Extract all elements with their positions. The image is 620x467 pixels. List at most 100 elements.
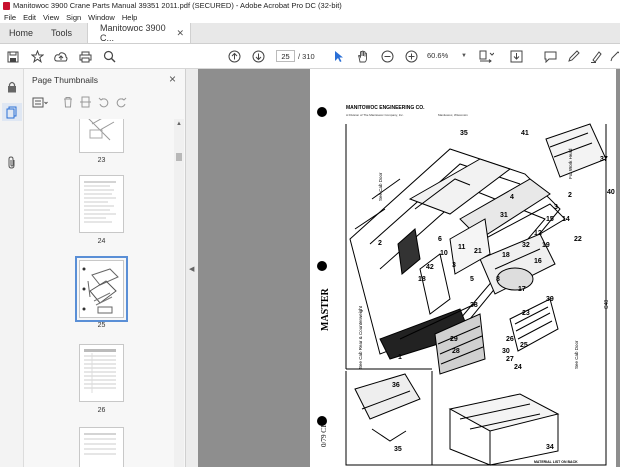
part-number: 32 — [522, 242, 530, 249]
master-stamp: MASTER — [320, 287, 331, 331]
close-panel-icon[interactable]: × — [169, 72, 176, 86]
part-number: 12 — [534, 230, 542, 237]
thumbnail-page[interactable] — [79, 175, 124, 233]
menu-sign[interactable]: Sign — [66, 13, 81, 22]
part-number: 5 — [470, 276, 474, 283]
thumbnail-label: 24 — [97, 238, 106, 245]
next-page-icon[interactable] — [251, 49, 265, 64]
parts-diagram: MANITOWOC ENGINEERING CO. A Division of … — [317, 105, 615, 466]
menu-view[interactable]: View — [43, 13, 59, 22]
callout-cab-door: See Cab Door — [378, 172, 383, 201]
menu-file[interactable]: File — [4, 13, 16, 22]
part-number: 3 — [452, 262, 456, 269]
part-number: 2 — [378, 240, 382, 247]
thumbnail-page[interactable] — [79, 344, 124, 402]
part-number: 35 — [394, 446, 402, 453]
thumbnail-page-selected[interactable] — [75, 256, 128, 322]
menu-help[interactable]: Help — [122, 13, 137, 22]
thumbnail-scrollbar[interactable]: ▲ — [174, 119, 184, 467]
hand-icon[interactable] — [356, 49, 370, 64]
scroll-up-icon[interactable]: ▲ — [176, 121, 182, 127]
tab-home[interactable]: Home — [0, 23, 42, 43]
thumbnail-list: 23 24 25 26 — [24, 119, 174, 467]
print-icon[interactable] — [78, 49, 92, 64]
tab-document[interactable]: Manitowoc 3900 C... ✕ — [87, 23, 192, 43]
part-number: 27 — [506, 356, 514, 363]
part-number: 30 — [502, 348, 510, 355]
part-number: 22 — [574, 236, 582, 243]
callout-work-head: For Work Head — [568, 148, 573, 179]
sign-icon[interactable] — [609, 49, 619, 64]
part-number: 16 — [534, 258, 542, 265]
comment-icon[interactable] — [543, 49, 557, 64]
toolbar: 25 / 310 60.6% ▼ — [0, 44, 620, 69]
pages-icon[interactable] — [2, 103, 22, 121]
part-number: 42 — [426, 264, 434, 271]
thumbnail-label: 25 — [97, 322, 106, 329]
document-viewport[interactable]: MANITOWOC ENGINEERING CO. A Division of … — [198, 69, 620, 467]
bookmark-star-icon[interactable] — [30, 49, 44, 64]
extract-page-icon[interactable] — [80, 96, 91, 108]
part-number: 1 — [398, 354, 402, 361]
highlight-icon[interactable] — [589, 49, 603, 64]
thumbnail-label: 26 — [97, 407, 106, 414]
part-number: 31 — [500, 212, 508, 219]
part-number: 21 — [474, 248, 482, 255]
part-number: 41 — [521, 130, 529, 137]
part-number: 6 — [438, 236, 442, 243]
menu-bar: File Edit View Sign Window Help — [0, 11, 620, 23]
collapse-panel-icon[interactable]: ◀ — [189, 265, 194, 273]
part-number: 19 — [542, 242, 550, 249]
select-cursor-icon[interactable] — [333, 49, 345, 64]
thumbnail-options-icon[interactable] — [32, 97, 48, 108]
rotate-left-icon[interactable] — [98, 97, 109, 108]
left-rail — [0, 69, 24, 467]
thumbnail-page[interactable] — [79, 427, 124, 467]
rotate-right-icon[interactable] — [116, 97, 127, 108]
part-number: 40 — [607, 189, 615, 196]
part-number: 18 — [502, 252, 510, 259]
zoom-out-icon[interactable] — [380, 49, 394, 64]
part-number: 38 — [470, 302, 478, 309]
page-total: / 310 — [298, 52, 315, 61]
page-layout-icon[interactable] — [478, 49, 494, 64]
tab-tools[interactable]: Tools — [42, 23, 81, 43]
panel-splitter[interactable]: ◀ — [186, 69, 198, 467]
panel-title: Page Thumbnails — [32, 75, 98, 85]
paperclip-icon[interactable] — [6, 155, 18, 169]
search-icon[interactable] — [102, 49, 116, 64]
zoom-in-icon[interactable] — [404, 49, 418, 64]
thumbnail-panel: Page Thumbnails × 23 24 25 26 ▲ — [24, 69, 186, 467]
doc-header: MANITOWOC ENGINEERING CO. — [346, 105, 425, 111]
pen-icon[interactable] — [566, 49, 580, 64]
callout-cab-rear: See Cab Rear & Counterweight — [358, 305, 363, 369]
page-number-input[interactable]: 25 — [276, 50, 295, 62]
window-title: Manitowoc 3900 Crane Parts Manual 39351 … — [13, 1, 342, 10]
delete-page-icon[interactable] — [63, 96, 73, 108]
part-number: 18 — [418, 276, 426, 283]
scrollbar-thumb[interactable] — [176, 153, 182, 161]
part-number: 36 — [392, 382, 400, 389]
part-number: 14 — [562, 216, 570, 223]
callout-cab-door-right: See Cab Door — [574, 340, 579, 369]
part-number: 28 — [452, 348, 460, 355]
zoom-level-input[interactable]: 60.6% — [427, 50, 461, 62]
doc-subheader: A Division of The Manitowoc Company, Inc… — [346, 113, 404, 117]
close-tab-icon[interactable]: ✕ — [176, 28, 184, 39]
part-number: 10 — [440, 250, 448, 257]
part-number: 24 — [514, 364, 522, 371]
thumbnail-page[interactable] — [79, 119, 124, 153]
part-number: 11 — [458, 244, 466, 251]
prev-page-icon[interactable] — [227, 49, 241, 64]
part-number: 23 — [522, 310, 530, 317]
tab-document-label: Manitowoc 3900 C... — [100, 23, 166, 43]
pdf-page: MANITOWOC ENGINEERING CO. A Division of … — [310, 69, 616, 467]
save-icon[interactable] — [6, 49, 20, 64]
part-number: 35 — [460, 130, 468, 137]
zoom-dropdown-icon[interactable]: ▼ — [461, 53, 467, 59]
menu-window[interactable]: Window — [88, 13, 115, 22]
upload-icon[interactable] — [54, 49, 68, 64]
lock-icon[interactable] — [6, 81, 18, 93]
download-icon[interactable] — [509, 49, 523, 64]
menu-edit[interactable]: Edit — [23, 13, 36, 22]
